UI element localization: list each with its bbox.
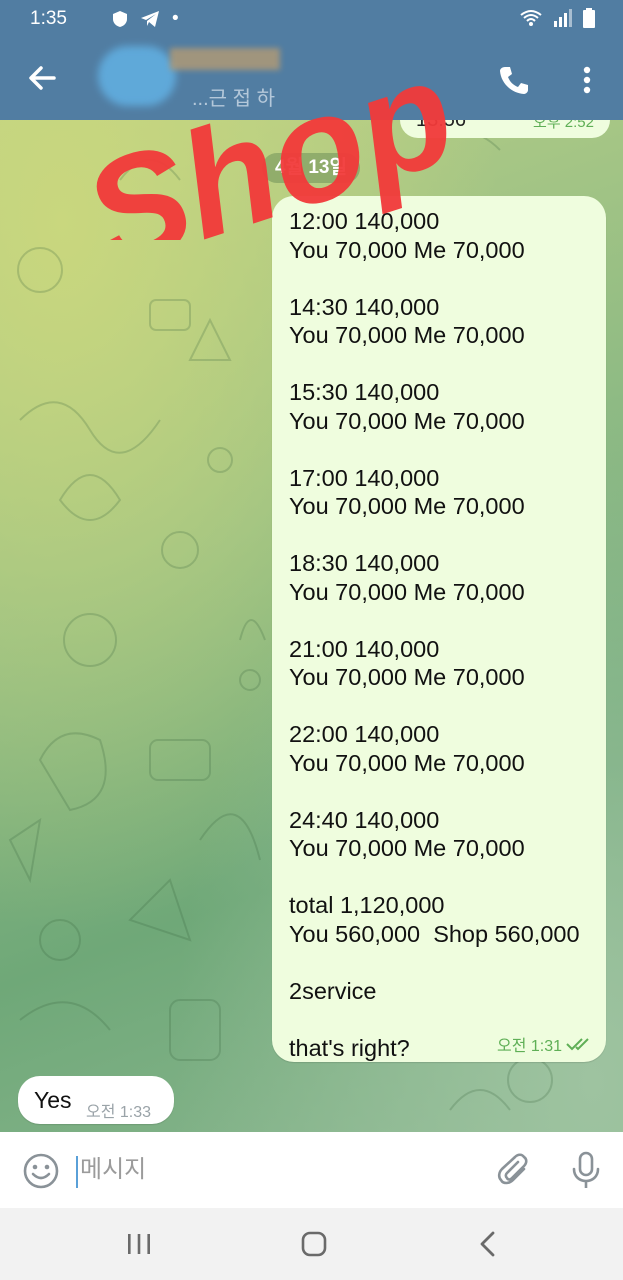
incoming-message-text: Yes <box>34 1087 72 1113</box>
nav-back-icon[interactable] <box>478 1230 498 1258</box>
back-arrow-icon[interactable] <box>24 60 60 96</box>
more-vert-icon[interactable] <box>572 62 602 98</box>
battery-icon <box>583 8 595 28</box>
status-system-icons <box>519 8 595 28</box>
incoming-message-time: 오전 1:33 <box>86 1104 152 1121</box>
status-notification-icons: • <box>112 8 179 30</box>
shield-notification-icon <box>113 11 127 27</box>
contact-name-redacted <box>170 48 280 70</box>
status-time: 1:35 <box>30 8 67 29</box>
attach-icon[interactable] <box>496 1152 534 1190</box>
mic-icon[interactable] <box>568 1150 604 1190</box>
phone-icon[interactable] <box>496 62 532 98</box>
avatar[interactable] <box>98 46 176 106</box>
outgoing-message-bubble[interactable]: 12:00 140,000 You 70,000 Me 70,000 14:30… <box>272 196 606 1062</box>
home-icon[interactable] <box>300 1230 328 1258</box>
date-divider: 4월 13일 <box>262 153 360 183</box>
chat-area[interactable]: 13:56 오후 2:52 4월 13일 12:00 140,000 You 7… <box>0 120 623 1132</box>
previous-message-time: 오후 2:52 <box>533 120 594 131</box>
outgoing-message-meta: 오전 1:31 <box>497 1032 594 1056</box>
text-cursor <box>76 1156 78 1188</box>
emoji-icon[interactable] <box>22 1152 60 1190</box>
telegram-notification-icon <box>141 11 159 27</box>
outgoing-message-text: 12:00 140,000 You 70,000 Me 70,000 14:30… <box>289 208 580 1061</box>
signal-icon <box>554 9 572 27</box>
wifi-icon <box>520 10 542 26</box>
system-nav-bar <box>0 1208 623 1280</box>
status-bar: 1:35 • <box>0 0 623 38</box>
chat-header: ...근 접 하 <box>0 38 623 120</box>
outgoing-message-time: 오전 1:31 <box>496 1038 562 1055</box>
contact-status[interactable]: ...근 접 하 <box>192 82 275 111</box>
incoming-message-bubble[interactable]: Yes 오전 1:33 <box>18 1076 174 1124</box>
recent-apps-icon[interactable] <box>126 1230 152 1258</box>
double-check-icon <box>566 1038 589 1051</box>
message-composer <box>0 1132 623 1208</box>
previous-message-text: 13:56 <box>416 120 467 131</box>
message-input[interactable] <box>80 1150 480 1190</box>
notification-dot: • <box>172 8 179 29</box>
previous-message-bubble[interactable]: 13:56 오후 2:52 <box>400 120 610 138</box>
